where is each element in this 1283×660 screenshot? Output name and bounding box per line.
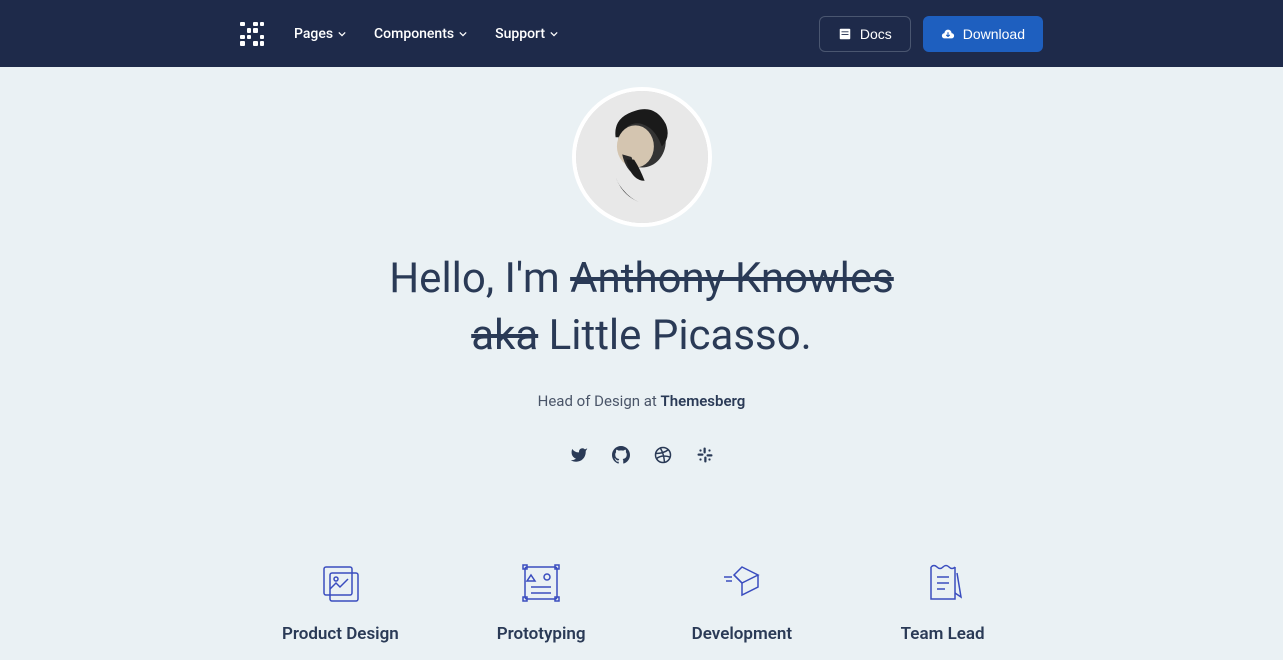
navbar: Pages Components Support Docs Download bbox=[0, 0, 1283, 67]
team-lead-icon bbox=[919, 559, 967, 607]
skill-title: Product Design bbox=[240, 624, 441, 644]
hero: Hello, I'm Anthony Knowles aka Little Pi… bbox=[0, 67, 1283, 468]
company-link[interactable]: Themesberg bbox=[661, 392, 746, 410]
slack-link[interactable] bbox=[696, 446, 714, 468]
strike-name: Anthony Knowles bbox=[570, 254, 894, 303]
development-icon bbox=[718, 559, 766, 607]
cloud-download-icon bbox=[941, 27, 955, 41]
nav-support[interactable]: Support bbox=[495, 26, 558, 42]
nav-left: Pages Components Support bbox=[240, 22, 558, 46]
product-design-icon bbox=[316, 559, 364, 607]
chevron-down-icon bbox=[338, 30, 346, 38]
docs-button[interactable]: Docs bbox=[819, 16, 911, 52]
skill-title: Prototyping bbox=[441, 624, 642, 644]
github-link[interactable] bbox=[612, 446, 630, 468]
twitter-icon bbox=[570, 446, 588, 464]
hero-heading: Hello, I'm Anthony Knowles aka Little Pi… bbox=[0, 251, 1283, 364]
skill-product-design: Product Design bbox=[240, 558, 441, 644]
dribbble-icon bbox=[654, 446, 672, 464]
dribbble-link[interactable] bbox=[654, 446, 672, 468]
book-icon bbox=[838, 27, 852, 41]
skill-team-lead: Team Lead bbox=[842, 558, 1043, 644]
logo-icon[interactable] bbox=[240, 22, 264, 46]
social-links bbox=[0, 446, 1283, 468]
nav-pages[interactable]: Pages bbox=[294, 26, 346, 42]
strike-aka: aka bbox=[471, 311, 538, 360]
slack-icon bbox=[696, 446, 714, 464]
skills-section: Product Design Prototyping Development T… bbox=[0, 558, 1283, 644]
chevron-down-icon bbox=[550, 30, 558, 38]
skill-development: Development bbox=[642, 558, 843, 644]
github-icon bbox=[612, 446, 630, 464]
skill-title: Development bbox=[642, 624, 843, 644]
avatar bbox=[572, 87, 712, 227]
twitter-link[interactable] bbox=[570, 446, 588, 468]
nav-components[interactable]: Components bbox=[374, 26, 467, 42]
skill-prototyping: Prototyping bbox=[441, 558, 642, 644]
nav-right: Docs Download bbox=[819, 16, 1043, 52]
subtitle: Head of Design at Themesberg bbox=[0, 392, 1283, 410]
prototyping-icon bbox=[517, 559, 565, 607]
nav-menu: Pages Components Support bbox=[294, 26, 558, 42]
download-button[interactable]: Download bbox=[923, 16, 1043, 52]
skill-title: Team Lead bbox=[842, 624, 1043, 644]
chevron-down-icon bbox=[459, 30, 467, 38]
